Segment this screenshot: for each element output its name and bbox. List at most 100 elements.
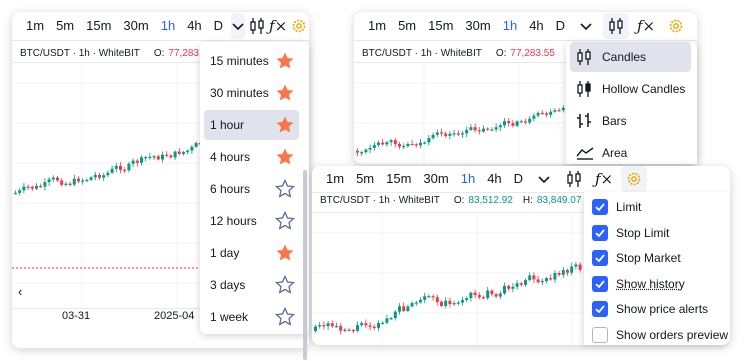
timeframe-15m[interactable]: 15m [422, 12, 459, 40]
hollow-candles-icon [577, 81, 591, 97]
indicators-button[interactable]: ƒ× [633, 13, 659, 39]
settings-button[interactable] [291, 13, 307, 39]
timeframe-menu-label: 3 days [210, 278, 246, 292]
candle-body [314, 326, 317, 331]
timeframe-30m[interactable]: 30m [417, 166, 454, 193]
chart-type-button[interactable] [561, 166, 587, 192]
timeframe-menu-item[interactable]: 3 days [204, 270, 299, 300]
check-icon [595, 228, 605, 237]
timeframe-5m[interactable]: 5m [392, 12, 422, 40]
timeframe-menu-item[interactable]: 1 day [204, 238, 299, 268]
indicators-button[interactable]: ƒ× [591, 166, 617, 192]
candle-body [64, 183, 68, 185]
chart-type-button[interactable] [603, 13, 630, 39]
settings-option-label: Show history [616, 276, 685, 291]
candle-body [414, 302, 418, 304]
candle-body [14, 192, 17, 195]
timeframe-menu-item[interactable]: 12 hours [204, 206, 299, 236]
candle-body [77, 178, 80, 182]
gear-icon [627, 172, 641, 186]
gear-icon [669, 19, 683, 33]
settings-button[interactable] [663, 13, 689, 39]
candle-body [423, 296, 427, 300]
candle-body [419, 299, 422, 303]
candle-body [43, 182, 47, 187]
star-filled-icon[interactable] [275, 51, 295, 71]
timeframe-menu-label: 4 hours [210, 150, 251, 164]
timeframe-d[interactable]: D [208, 12, 229, 40]
checkbox-checked[interactable] [592, 250, 608, 266]
timeframe-1m[interactable]: 1m [20, 12, 50, 40]
star-filled-icon[interactable] [275, 243, 295, 263]
indicators-button[interactable]: ƒ× [269, 13, 287, 39]
timeframe-menu-label: 6 hours [210, 182, 251, 196]
timeframe-menu-item[interactable]: 6 hours [204, 174, 299, 204]
timeframe-1h[interactable]: 1h [497, 12, 523, 40]
candle-body [473, 292, 477, 296]
chart-type-item-bars[interactable]: Bars [570, 106, 691, 136]
star-filled-icon[interactable] [275, 147, 295, 167]
settings-option[interactable]: Show orders preview [592, 324, 728, 346]
star-outline-icon[interactable] [275, 211, 295, 231]
candle-body [431, 296, 435, 298]
candle-body [169, 155, 173, 158]
timeframe-1m[interactable]: 1m [362, 12, 392, 40]
chart-type-item-area[interactable]: Area [570, 138, 691, 168]
settings-option[interactable]: Limit [592, 196, 641, 218]
candle-body [448, 300, 452, 305]
candle-body [511, 123, 515, 126]
candle-body [536, 112, 540, 116]
star-outline-icon[interactable] [275, 275, 295, 295]
star-filled-icon[interactable] [275, 115, 295, 135]
checkbox-unchecked[interactable] [592, 326, 608, 343]
checkbox-checked[interactable] [592, 275, 608, 292]
timeframe-15m[interactable]: 15m [80, 12, 117, 40]
candle-body [498, 293, 502, 297]
menu-scrollbar[interactable] [303, 170, 307, 360]
time-axis-label: 2025-04 [154, 310, 195, 322]
timeframe-dropdown-button[interactable] [231, 13, 246, 39]
settings-option[interactable]: Show price alerts [592, 298, 708, 320]
chart-type-button[interactable] [249, 13, 265, 39]
chart-type-item-candles[interactable]: Candles [570, 42, 691, 72]
timeframe-15m[interactable]: 15m [380, 166, 417, 193]
candle-body [140, 157, 143, 163]
settings-button[interactable] [621, 166, 648, 192]
timeframe-5m[interactable]: 5m [350, 166, 380, 193]
timeframe-4h[interactable]: 4h [523, 12, 549, 40]
star-outline-icon[interactable] [275, 179, 295, 199]
timeframe-menu-item[interactable]: 30 minutes [204, 78, 299, 108]
timeframe-dropdown-button[interactable] [531, 166, 557, 192]
chart-type-item-hollow-candles[interactable]: Hollow Candles [570, 74, 691, 104]
timeframe-dropdown-button[interactable] [573, 13, 599, 39]
candle-body [515, 283, 519, 287]
timeframe-1h[interactable]: 1h [455, 166, 481, 193]
timeframe-d[interactable]: D [508, 166, 529, 193]
timeframe-30m[interactable]: 30m [117, 12, 154, 40]
timeframe-menu-item[interactable]: 1 week [204, 302, 299, 332]
scroll-left-button[interactable]: ‹ [18, 284, 22, 299]
check-icon [595, 254, 605, 263]
timeframe-d[interactable]: D [550, 12, 571, 40]
checkbox-checked[interactable] [592, 301, 608, 317]
timeframe-5m[interactable]: 5m [50, 12, 80, 40]
settings-option[interactable]: Stop Market [592, 247, 681, 269]
timeframe-1h[interactable]: 1h [155, 12, 181, 40]
star-outline-icon[interactable] [275, 307, 295, 327]
timeframe-1m[interactable]: 1m [320, 166, 350, 193]
settings-option[interactable]: Show history [592, 273, 685, 295]
checkbox-checked[interactable] [592, 224, 608, 241]
timeframe-30m[interactable]: 30m [459, 12, 496, 40]
star-filled-icon[interactable] [275, 83, 295, 103]
candle-body [524, 121, 527, 123]
settings-option[interactable]: Stop Limit [592, 222, 669, 244]
timeframe-menu-label: 12 hours [210, 214, 257, 228]
timeframe-4h[interactable]: 4h [181, 12, 207, 40]
timeframe-menu-item[interactable]: 15 minutes [204, 46, 299, 76]
timeframe-menu-item[interactable]: 1 hour [204, 110, 299, 140]
timeframe-menu-label: 30 minutes [210, 86, 269, 100]
timeframe-4h[interactable]: 4h [481, 166, 507, 193]
chart-legend: BTC/USDT · 1h · WhiteBIT O: 77,283.55 [362, 48, 555, 59]
timeframe-menu-item[interactable]: 4 hours [204, 142, 299, 172]
checkbox-checked[interactable] [592, 199, 608, 215]
